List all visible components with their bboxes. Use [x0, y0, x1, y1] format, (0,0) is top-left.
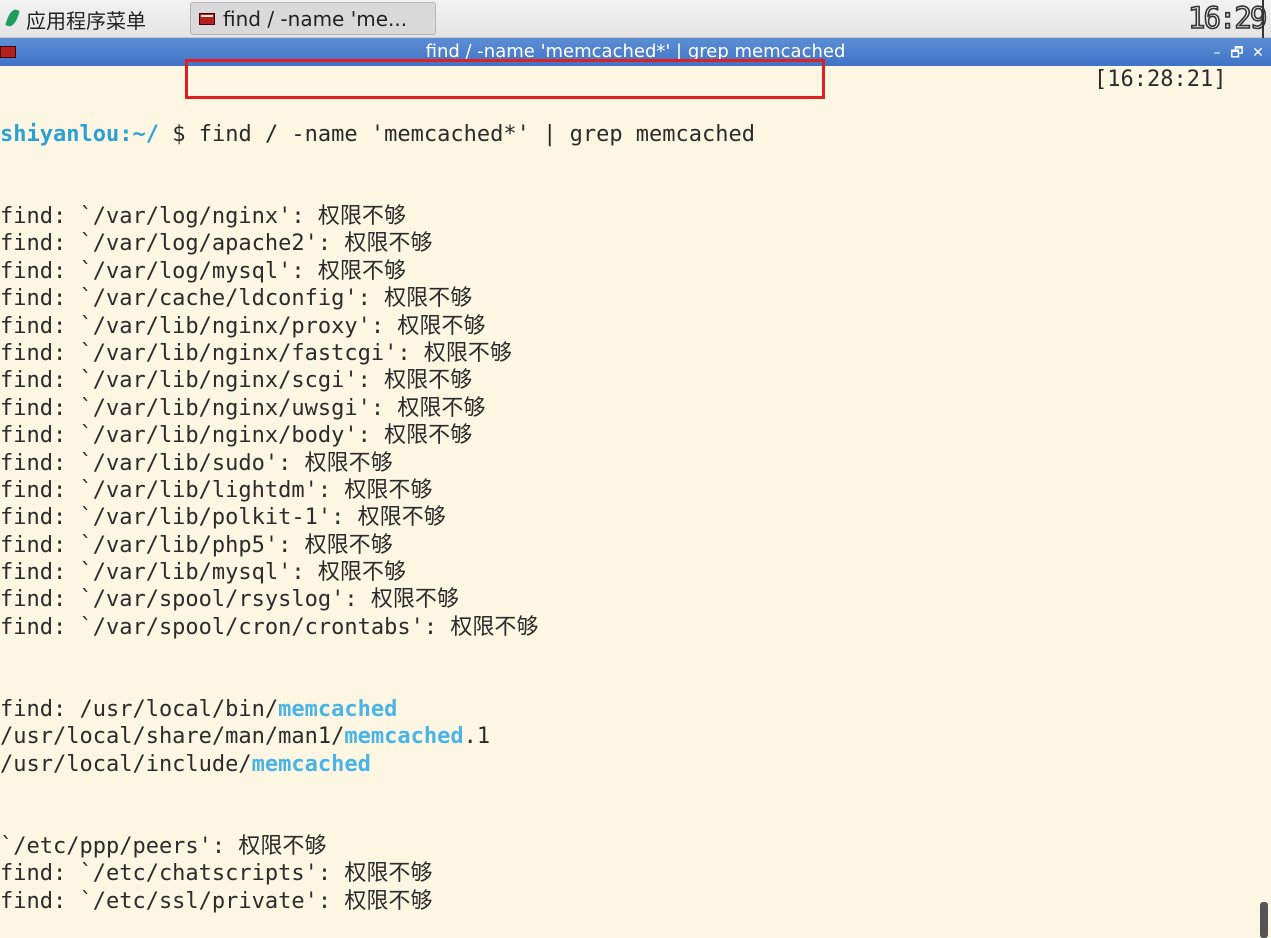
output-line: find: `/var/lib/nginx/proxy': 权限不够 [0, 313, 486, 339]
match-highlight: memcached [278, 697, 398, 723]
window-titlebar[interactable]: find / -name 'memcached*' | grep memcach… [0, 38, 1271, 66]
match-block: find: /usr/local/bin/memcached/usr/local… [0, 696, 755, 778]
panel-edge [1262, 0, 1271, 38]
terminal-lines: shiyanlou:~/ $ find / -name 'memcached*'… [0, 66, 755, 938]
command-timestamp: [16:28:21] [1094, 67, 1227, 92]
app-menu-button[interactable]: 应用程序菜单 [6, 3, 146, 35]
terminal-icon [199, 12, 215, 25]
terminal-output[interactable]: shiyanlou:~/ $ find / -name 'memcached*'… [0, 66, 1258, 938]
output-line: find: `/var/lib/sudo': 权限不够 [0, 450, 393, 476]
output-line: find: `/var/log/apache2': 权限不够 [0, 231, 433, 257]
maximize-button[interactable]: 🗗 [1228, 38, 1246, 66]
output-block: find: `/var/log/nginx': 权限不够 find: `/var/… [0, 203, 755, 641]
output-line: find: `/var/lib/php5': 权限不够 [0, 532, 393, 558]
leaf-logo-icon [6, 9, 18, 29]
match-line: find: /usr/local/bin/memcached [0, 696, 755, 723]
prompt-user: shiyanlou [0, 121, 120, 147]
match-line-text: .1 [463, 724, 491, 750]
output-line: find: `/var/lib/nginx/scgi': 权限不够 [0, 368, 473, 394]
prompt-path: :~/ [119, 121, 159, 147]
match-line-text: find: /usr/local/bin/ [0, 697, 279, 723]
output-line: find: `/var/spool/rsyslog': 权限不够 [0, 587, 459, 613]
output-line: find: `/var/lib/mysql': 权限不够 [0, 560, 406, 586]
output-line: find: `/etc/ssl/private': 权限不够 [0, 888, 433, 914]
match-line-text: /usr/local/share/man/man1/ [0, 724, 345, 750]
panel-clock: 16:29 [1187, 0, 1268, 36]
output-line: find: `/var/spool/cron/crontabs': 权限不够 [0, 614, 539, 640]
top-panel: 应用程序菜单 find / -name 'me... 16:29 [0, 0, 1271, 38]
tail-block: `/etc/ppp/peers': 权限不够 find: `/etc/chatsc… [0, 833, 755, 915]
match-line-text: /usr/local/include/ [0, 751, 252, 777]
scrollbar[interactable] [1258, 66, 1271, 938]
output-line: find: `/var/lib/nginx/fastcgi': 权限不够 [0, 340, 512, 366]
prompt-line: shiyanlou:~/ $ find / -name 'memcached*'… [0, 121, 755, 148]
command-text: find / -name 'memcached*' | grep memcach… [198, 121, 756, 147]
output-line: find: `/etc/chatscripts': 权限不够 [0, 861, 433, 887]
close-button[interactable]: ✕ [1249, 38, 1267, 66]
output-line: find: `/var/lib/polkit-1': 权限不够 [0, 505, 446, 531]
taskbar-item-label: find / -name 'me... [223, 6, 408, 31]
window-title: find / -name 'memcached*' | grep memcach… [425, 41, 846, 62]
taskbar-item-terminal[interactable]: find / -name 'me... [190, 2, 436, 35]
output-line: find: `/var/lib/nginx/body': 权限不够 [0, 423, 473, 449]
output-line: find: `/var/lib/lightdm': 权限不够 [0, 477, 433, 503]
output-line: `/etc/ppp/peers': 权限不够 [0, 834, 327, 860]
app-menu-label: 应用程序菜单 [26, 8, 146, 33]
output-line: find: `/var/lib/nginx/uwsgi': 权限不够 [0, 395, 486, 421]
match-line: /usr/local/share/man/man1/memcached.1 [0, 723, 755, 750]
output-line: find: `/var/log/nginx': 权限不够 [0, 204, 406, 230]
minimize-button[interactable]: – [1208, 38, 1226, 66]
scrollbar-thumb[interactable] [1260, 902, 1268, 938]
output-line: find: `/var/cache/ldconfig': 权限不够 [0, 286, 473, 312]
match-highlight: memcached [251, 751, 371, 777]
output-line: find: `/var/log/mysql': 权限不够 [0, 258, 406, 284]
match-line: /usr/local/include/memcached [0, 751, 755, 778]
match-highlight: memcached [344, 724, 464, 750]
prompt-symbol: $ [158, 121, 199, 147]
